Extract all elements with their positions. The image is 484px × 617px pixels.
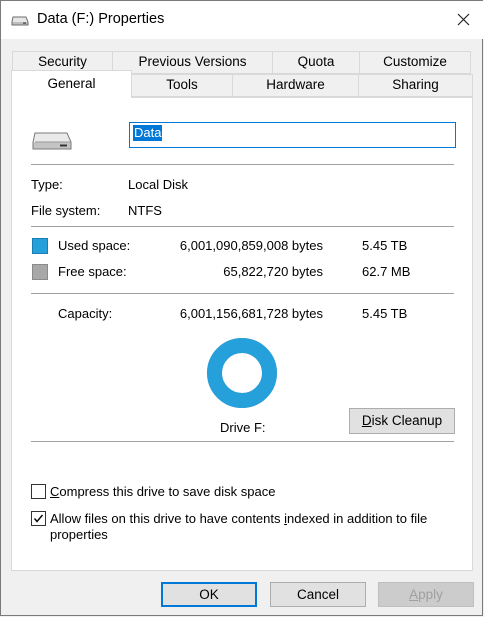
type-value: Local Disk [128, 177, 188, 192]
label-text: Allow files on this drive to have conten… [50, 511, 285, 526]
cancel-button[interactable]: Cancel [270, 582, 366, 607]
access-key: A [409, 587, 419, 602]
tab-label: Quota [297, 54, 335, 69]
index-label[interactable]: Allow files on this drive to have conten… [50, 511, 460, 543]
tab-general[interactable]: General [11, 70, 132, 98]
tab-tools[interactable]: Tools [131, 74, 233, 97]
tab-label: Previous Versions [138, 54, 247, 69]
label-text: properties [50, 527, 108, 542]
general-panel: Data Type: Local Disk File system: NTFS … [11, 97, 473, 571]
separator [31, 226, 454, 227]
tab-hardware[interactable]: Hardware [232, 74, 359, 97]
drive-icon [11, 15, 29, 30]
tab-label: Sharing [392, 77, 439, 92]
capacity-label: Capacity: [58, 306, 113, 321]
close-button[interactable] [441, 1, 484, 39]
title-bar: Data (F:) Properties [1, 1, 484, 39]
tab-quota[interactable]: Quota [272, 51, 360, 74]
capacity-human: 5.45 TB [362, 306, 408, 321]
tab-previous-versions[interactable]: Previous Versions [112, 51, 273, 74]
tab-label: Hardware [266, 77, 325, 92]
button-text: pply [418, 587, 443, 602]
used-space-human: 5.45 TB [362, 238, 408, 253]
file-system-value: NTFS [128, 203, 162, 218]
index-checkbox[interactable] [31, 511, 46, 526]
separator [31, 441, 454, 442]
compress-label[interactable]: Compress this drive to save disk space [50, 484, 275, 500]
free-space-swatch [32, 264, 48, 280]
disk-cleanup-button[interactable]: Disk Cleanup [349, 408, 455, 434]
button-text: isk Cleanup [371, 413, 443, 428]
tab-label: General [47, 76, 96, 91]
used-space-bytes: 6,001,090,859,008 bytes [179, 238, 323, 253]
free-space-human: 62.7 MB [362, 264, 411, 279]
donut-used-arc [207, 338, 277, 408]
ok-button[interactable]: OK [161, 582, 257, 607]
free-space-label: Free space: [58, 264, 127, 279]
type-label: Type: [31, 177, 63, 192]
window-title: Data (F:) Properties [37, 11, 165, 27]
usage-donut [207, 338, 277, 408]
access-key: D [361, 413, 372, 428]
drive-label: Drive F: [220, 420, 266, 435]
tab-customize[interactable]: Customize [359, 51, 471, 74]
free-space-bytes: 65,822,720 bytes [223, 264, 323, 279]
tab-sharing[interactable]: Sharing [358, 74, 473, 97]
drive-name-text: Data [133, 125, 163, 141]
file-system-label: File system: [31, 203, 101, 218]
drive-name-input[interactable]: Data [129, 122, 456, 148]
label-text: ompress this drive to save disk space [59, 484, 276, 499]
separator [31, 293, 454, 294]
used-space-label: Used space: [58, 238, 131, 253]
used-space-swatch [32, 238, 48, 254]
access-key: C [50, 484, 60, 499]
compress-checkbox[interactable] [31, 484, 46, 499]
close-icon [457, 13, 470, 26]
tab-label: Security [38, 54, 87, 69]
tab-label: Customize [383, 54, 447, 69]
checkmark-icon [33, 514, 44, 523]
tab-label: Tools [166, 77, 198, 92]
properties-dialog: Data (F:) Properties Security Previous V… [0, 0, 484, 616]
capacity-bytes: 6,001,156,681,728 bytes [179, 306, 323, 321]
apply-button[interactable]: Apply [378, 582, 474, 607]
drive-large-icon [31, 130, 73, 155]
separator [31, 164, 454, 165]
label-text: ndexed in addition to file [287, 511, 428, 526]
